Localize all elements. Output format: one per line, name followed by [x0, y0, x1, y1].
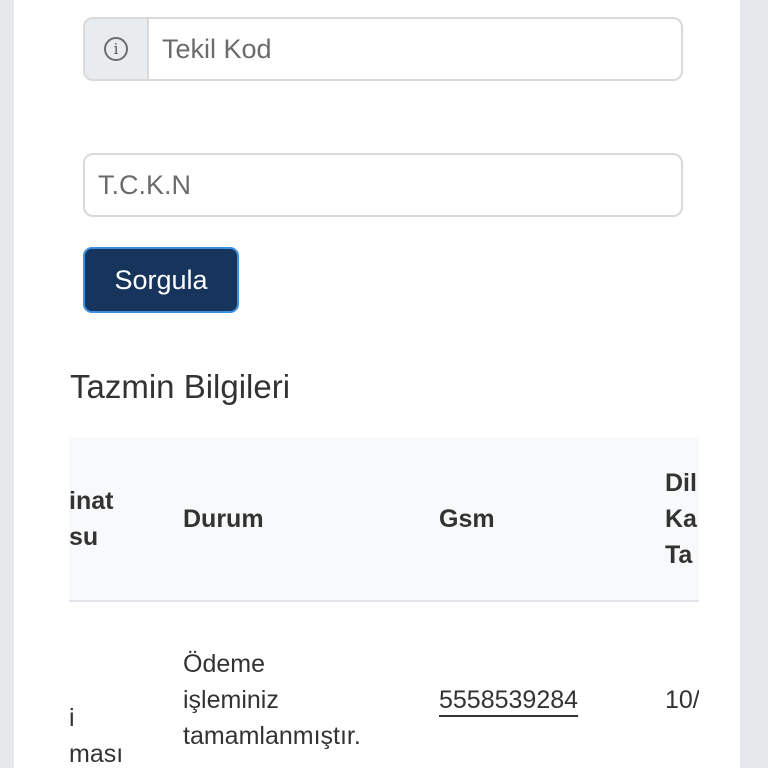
- cell-durum: Ödeme işleminiz tamamlanmıştır.: [183, 650, 361, 750]
- gsm-link[interactable]: 5558539284: [439, 686, 578, 714]
- sorgula-button[interactable]: Sorgula: [83, 247, 239, 313]
- header-next-column: Dil Ka Ta: [665, 469, 697, 569]
- tckn-input[interactable]: [83, 153, 683, 217]
- cell-gsm: 5558539284: [439, 682, 578, 718]
- header-teminat: inat su: [69, 487, 114, 551]
- table-header-row: inat su Durum Gsm Dil Ka Ta: [69, 437, 699, 602]
- cell-next-column: 10/: [665, 686, 699, 714]
- tekil-kod-input-group: i: [83, 17, 683, 81]
- header-gsm: Gsm: [439, 505, 495, 533]
- cell-teminat: i ması: [69, 704, 124, 768]
- info-addon: i: [85, 19, 149, 79]
- tazmin-table[interactable]: inat su Durum Gsm Dil Ka Ta i ması Ödeme…: [69, 437, 699, 768]
- page-scrollbar[interactable]: [740, 0, 754, 768]
- header-durum: Durum: [183, 505, 264, 533]
- page-container: i Sorgula Tazmin Bilgileri inat su Durum…: [14, 0, 754, 768]
- info-icon: i: [104, 37, 128, 61]
- section-title: Tazmin Bilgileri: [70, 368, 291, 405]
- tekil-kod-input[interactable]: [149, 19, 681, 79]
